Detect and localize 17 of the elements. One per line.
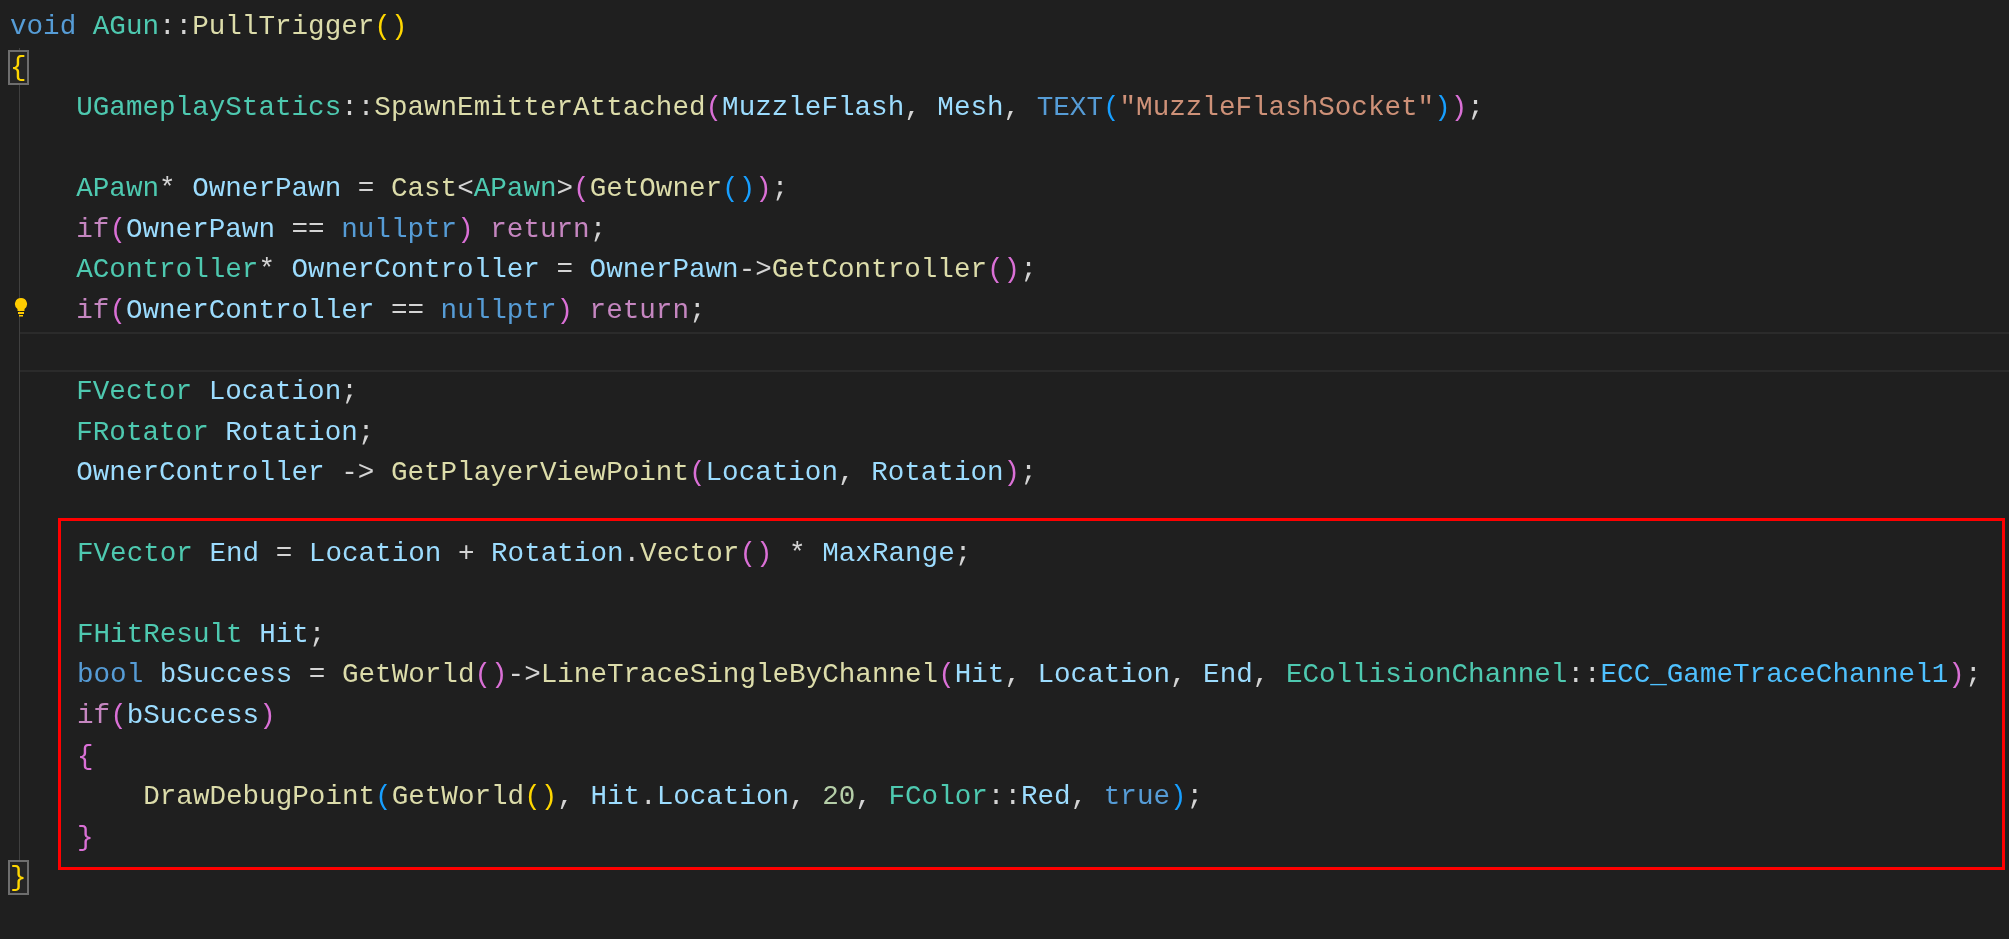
code-line: AController* OwnerController = OwnerPawn->GetController();: [76, 254, 1037, 286]
code-line: }: [77, 821, 94, 853]
code-line: OwnerController -> GetPlayerViewPoint(Location, Rotation);: [76, 457, 1037, 489]
code-line: if(OwnerPawn == nullptr) return;: [76, 213, 607, 245]
code-line: DrawDebugPoint(GetWorld(), Hit.Location, 20, FColor::Red, true);: [143, 781, 1204, 813]
code-line: if(OwnerController == nullptr) return;: [76, 294, 706, 326]
code-line: if(bSuccess): [77, 700, 276, 731]
code-line: void AGun::PullTrigger(): [10, 11, 408, 42]
code-line: FVector Location;: [76, 376, 358, 408]
lightbulb-icon[interactable]: [14, 296, 28, 317]
code-line: FVector End = Location + Rotation.Vector() * MaxRange;: [77, 537, 972, 569]
code-line: UGameplayStatics::SpawnEmitterAttached(MuzzleFlash, Mesh, TEXT("MuzzleFlashSocket"));: [76, 92, 1484, 124]
code-line: FRotator Rotation;: [76, 416, 375, 448]
code-line: bool bSuccess = GetWorld()->LineTraceSingleByChannel(Hit, Location, End, ECollisionChannel::ECC_GameTraceChannel1);: [77, 659, 1982, 691]
code-line: FHitResult Hit;: [77, 618, 326, 650]
code-line: {: [77, 740, 94, 772]
code-line: APawn* OwnerPawn = Cast<APawn>(GetOwner());: [76, 173, 789, 205]
